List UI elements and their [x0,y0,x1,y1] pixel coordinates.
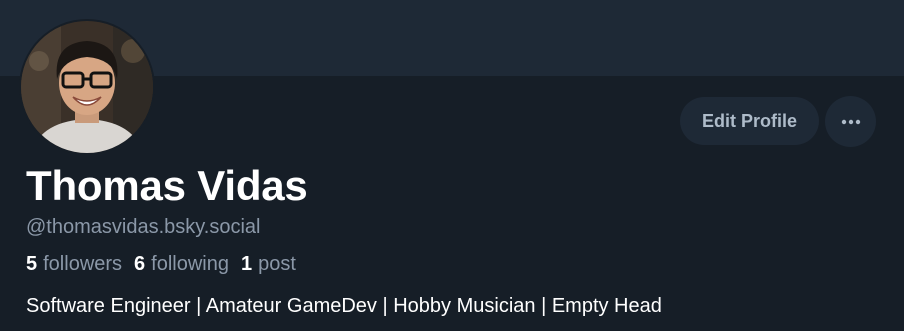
profile-stats: 5 followers 6 following 1 post [26,251,308,277]
edit-profile-button[interactable]: Edit Profile [680,97,819,145]
following-label: following [151,253,229,275]
posts-stat: 1 post [241,251,296,277]
avatar-image [21,21,153,153]
edit-profile-label: Edit Profile [701,110,797,131]
followers-label: followers [43,253,123,275]
followers-count: 5 [26,253,38,275]
profile-handle: @thomasvidas.bsky.social [26,216,261,238]
more-options-button[interactable] [825,96,876,147]
posts-label: post [258,253,296,275]
avatar-photo [21,21,153,153]
display-name: Thomas Vidas [26,162,308,209]
profile-bio: Software Engineer | Amateur GameDev | Ho… [26,295,662,317]
posts-count: 1 [241,253,253,275]
ellipsis-icon [841,119,860,124]
following-link[interactable]: 6 following [134,251,229,277]
following-count: 6 [134,253,146,275]
followers-link[interactable]: 5 followers [26,251,122,277]
avatar[interactable] [19,19,155,155]
